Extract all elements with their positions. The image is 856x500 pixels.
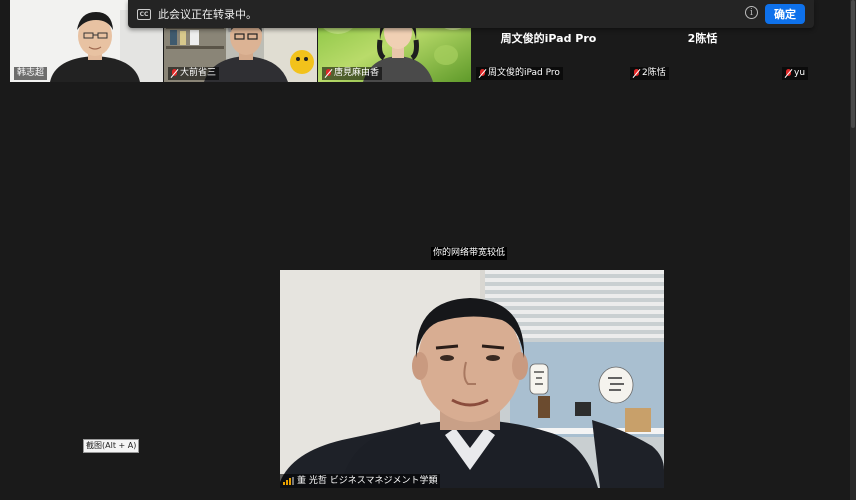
participant-name: yu <box>782 67 809 80</box>
confirm-button[interactable]: 确定 <box>765 4 805 24</box>
scrollbar[interactable] <box>850 0 856 500</box>
transcription-notice-text: 此会议正在转录中。 <box>158 8 257 21</box>
participant-name: 大前省三 <box>168 67 220 80</box>
participant-display-name: 2陈恬 <box>687 32 718 45</box>
network-signal-icon <box>283 477 294 485</box>
participant-name: 2陈恬 <box>630 67 669 80</box>
transcription-notice-banner: CC 此会议正在转录中。 i 确定 <box>128 0 814 28</box>
low-bandwidth-notice: 你的网络带宽较低 <box>431 247 508 260</box>
closed-caption-icon: CC <box>137 8 151 20</box>
participant-name: 唐見麻由香 <box>322 67 383 80</box>
microphone-muted-icon <box>633 69 640 78</box>
scrollbar-thumb[interactable] <box>851 0 855 128</box>
microphone-muted-icon <box>479 69 486 78</box>
active-speaker-video[interactable]: 董 光哲 ビジネスマネジメント学類 <box>280 270 664 488</box>
participant-display-name: 周文俊的iPad Pro <box>500 32 597 45</box>
participant-name: 周文俊的iPad Pro <box>476 67 563 80</box>
microphone-muted-icon <box>785 69 792 78</box>
speaker-video-frame <box>280 270 664 488</box>
microphone-muted-icon <box>325 69 332 78</box>
screenshot-shortcut-tooltip: 截图(Alt + A) <box>83 439 140 453</box>
participant-name: 韩志超 <box>14 67 48 80</box>
info-icon[interactable]: i <box>745 6 758 19</box>
speaker-name-tag: 董 光哲 ビジネスマネジメント学類 <box>280 474 441 488</box>
microphone-muted-icon <box>171 69 178 78</box>
